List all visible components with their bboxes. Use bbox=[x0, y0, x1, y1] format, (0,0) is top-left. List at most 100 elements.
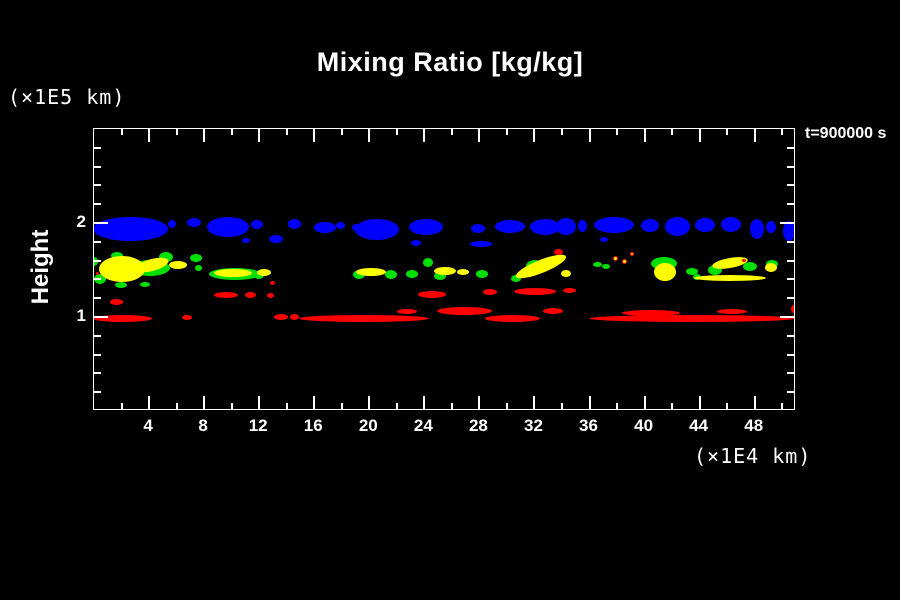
axis-tick bbox=[176, 403, 178, 409]
contour-blob-blue bbox=[288, 219, 301, 229]
contour-blob-blue bbox=[336, 222, 345, 229]
contour-blob-red bbox=[717, 309, 747, 314]
axis-tick bbox=[148, 396, 150, 409]
contour-blob-yellow bbox=[631, 253, 633, 255]
contour-blob-blue bbox=[766, 221, 776, 233]
axis-tick bbox=[561, 129, 563, 135]
axis-tick bbox=[203, 396, 205, 409]
contour-blob-red bbox=[267, 293, 274, 298]
axis-tick bbox=[671, 129, 673, 135]
x-tick-label: 16 bbox=[304, 416, 323, 436]
contour-blob-red bbox=[110, 299, 123, 305]
contour-blob-yellow bbox=[614, 257, 617, 260]
contour-blob-yellow bbox=[694, 275, 766, 281]
axis-tick bbox=[368, 396, 370, 409]
contour-blob-blue bbox=[168, 220, 176, 228]
contour-blob-blue bbox=[251, 220, 263, 229]
axis-tick bbox=[787, 335, 794, 337]
axis-tick bbox=[787, 260, 794, 262]
axis-tick bbox=[644, 129, 646, 142]
y-tick-label: 1 bbox=[56, 306, 86, 326]
axis-tick bbox=[396, 403, 398, 409]
axis-tick bbox=[94, 278, 101, 280]
axis-tick bbox=[313, 129, 315, 142]
x-tick-label: 4 bbox=[143, 416, 152, 436]
x-tick-label: 20 bbox=[359, 416, 378, 436]
axis-tick bbox=[754, 129, 756, 142]
contour-blob-blue bbox=[242, 238, 250, 243]
axis-tick bbox=[286, 403, 288, 409]
axis-tick bbox=[506, 129, 508, 135]
axis-tick bbox=[258, 396, 260, 409]
contour-blob-blue bbox=[207, 217, 249, 237]
axis-tick bbox=[787, 203, 794, 205]
plot-area bbox=[93, 128, 795, 410]
contour-blob-red bbox=[543, 308, 563, 314]
x-tick-label: 8 bbox=[198, 416, 207, 436]
contour-blob-green bbox=[593, 262, 602, 267]
axis-tick bbox=[396, 129, 398, 135]
contour-blob-red bbox=[563, 288, 576, 293]
contour-blob-red bbox=[554, 249, 563, 255]
contour-blob-blue bbox=[750, 219, 764, 239]
axis-tick bbox=[780, 222, 794, 224]
axis-tick bbox=[94, 335, 101, 337]
x-tick-label: 28 bbox=[469, 416, 488, 436]
axis-tick bbox=[313, 396, 315, 409]
axis-tick bbox=[781, 403, 783, 409]
contour-blob-green bbox=[476, 270, 488, 278]
contour-blob-blue bbox=[721, 217, 741, 232]
chart-title: Mixing Ratio [kg/kg] bbox=[0, 47, 900, 78]
contour-blob-blue bbox=[314, 222, 336, 233]
x-tick-label: 24 bbox=[414, 416, 433, 436]
contour-blob-yellow bbox=[765, 263, 777, 272]
contour-blob-blue bbox=[578, 220, 587, 232]
axis-tick bbox=[754, 396, 756, 409]
contour-blob-red bbox=[397, 309, 417, 314]
contour-blob-red bbox=[791, 305, 794, 313]
contour-blob-green bbox=[423, 258, 433, 267]
axis-tick bbox=[203, 129, 205, 142]
contour-blob-yellow bbox=[561, 270, 571, 277]
x-tick-label: 12 bbox=[249, 416, 268, 436]
contour-blob-yellow bbox=[257, 269, 271, 276]
contour-blob-green bbox=[385, 270, 397, 279]
contour-blob-blue bbox=[411, 240, 421, 246]
contour-blob-red bbox=[182, 315, 192, 320]
axis-tick bbox=[148, 129, 150, 142]
x-tick-label: 48 bbox=[744, 416, 763, 436]
contour-blob-blue bbox=[594, 217, 634, 233]
axis-tick bbox=[533, 396, 535, 409]
contour-blob-red bbox=[274, 314, 288, 320]
axis-tick bbox=[94, 184, 101, 186]
y-axis-title: Height bbox=[27, 230, 55, 305]
axis-tick bbox=[561, 403, 563, 409]
axis-tick bbox=[341, 403, 343, 409]
axis-tick bbox=[341, 129, 343, 135]
contour-blob-blue bbox=[94, 217, 168, 241]
axis-tick bbox=[780, 316, 794, 318]
contour-blob-blue bbox=[665, 217, 690, 236]
contour-blob-blue bbox=[187, 218, 201, 227]
contour-blob-red bbox=[96, 272, 99, 275]
x-tick-label: 44 bbox=[689, 416, 708, 436]
contour-blob-blue bbox=[641, 219, 659, 232]
axis-tick bbox=[231, 129, 233, 135]
contour-blob-red bbox=[485, 315, 540, 322]
axis-tick bbox=[787, 391, 794, 393]
contour-blob-red bbox=[742, 259, 746, 262]
axis-tick bbox=[94, 166, 101, 168]
axis-tick bbox=[94, 147, 101, 149]
contour-blob-green bbox=[190, 254, 202, 262]
contour-blob-yellow bbox=[654, 263, 676, 281]
mixing-ratio-chart: Mixing Ratio [kg/kg] (×1E5 km) Height t=… bbox=[0, 0, 900, 600]
contour-blob-blue bbox=[471, 224, 485, 233]
axis-tick bbox=[94, 203, 101, 205]
contour-blob-layer bbox=[94, 129, 794, 409]
contour-blob-red bbox=[290, 314, 299, 320]
axis-tick bbox=[94, 391, 101, 393]
contour-blob-red bbox=[589, 315, 794, 322]
contour-blob-red bbox=[514, 288, 556, 295]
contour-blob-yellow bbox=[356, 268, 386, 276]
axis-tick bbox=[671, 403, 673, 409]
